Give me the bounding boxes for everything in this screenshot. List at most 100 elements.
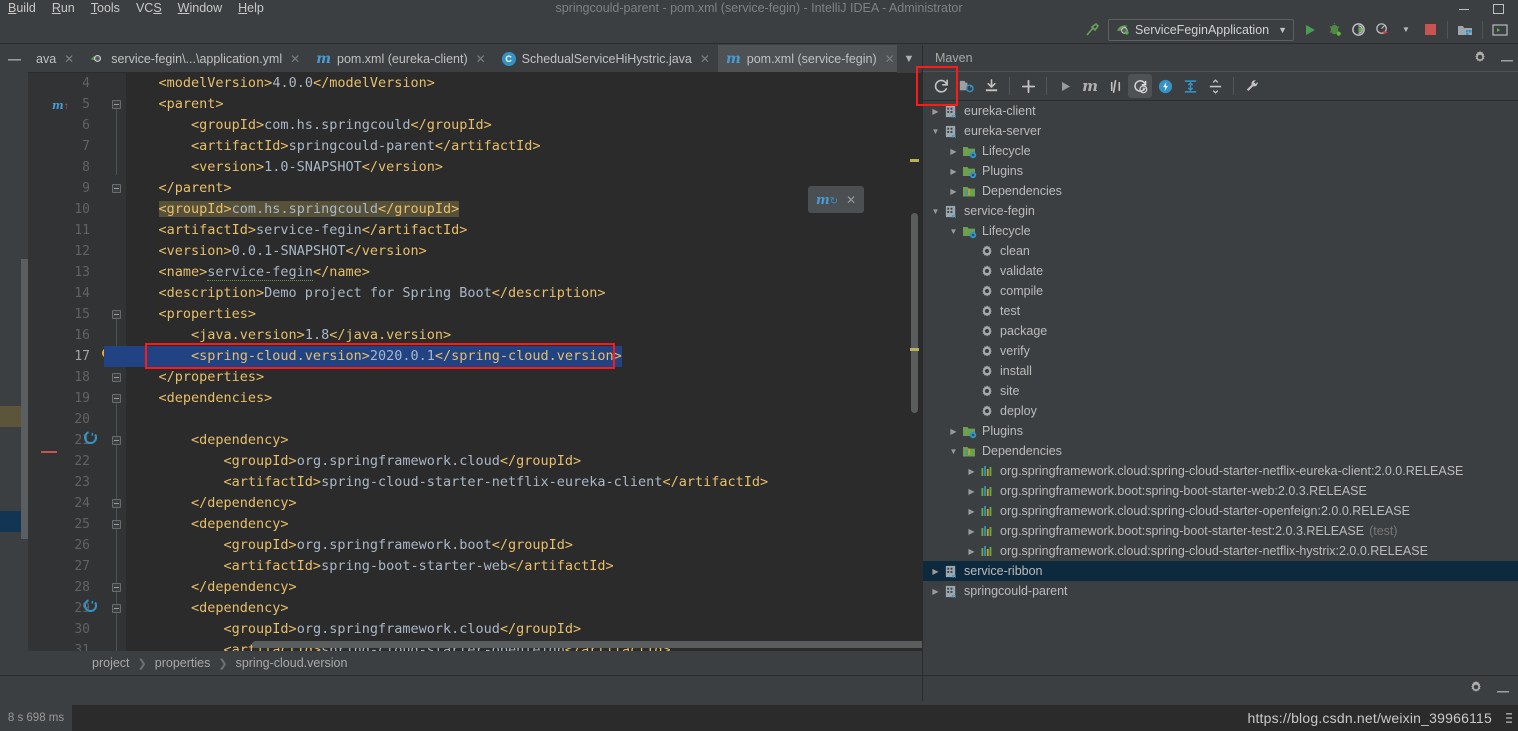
maven-tree-node[interactable]: ▶ org.springframework.boot:spring-boot-st… (923, 481, 1518, 501)
chevron-right-icon[interactable]: ▶ (965, 541, 978, 561)
reimport-refresh-icon[interactable] (929, 74, 953, 98)
status-bar-menu-icon[interactable] (1504, 705, 1514, 731)
maven-tree-node[interactable]: ▶ org.springframework.boot:spring-boot-st… (923, 521, 1518, 541)
close-icon[interactable]: ✕ (885, 52, 895, 66)
chevron-right-icon[interactable]: ▶ (965, 501, 978, 521)
fold-marker[interactable] (112, 394, 121, 403)
chevron-right-icon[interactable]: ▶ (929, 561, 942, 581)
chevron-right-icon[interactable]: ▶ (965, 461, 978, 481)
fold-marker[interactable] (112, 520, 121, 529)
close-icon[interactable]: ✕ (846, 193, 856, 207)
debug-icon[interactable] (1322, 19, 1346, 41)
menu-item-vcs[interactable]: VCS (128, 0, 170, 16)
maven-tree-node[interactable]: test (923, 301, 1518, 321)
code-editor[interactable]: 4 5 6 7 8 9 10 11 12 13 14 15 16 17 18 1… (0, 73, 922, 651)
fold-marker-end[interactable] (112, 184, 121, 193)
editor-vertical-scrollbar[interactable] (911, 213, 918, 413)
hide-tabs-icon[interactable] (0, 45, 28, 73)
add-maven-project-icon[interactable] (1016, 74, 1040, 98)
menu-item-build[interactable]: Build (0, 0, 44, 16)
tab-pom-service-fegin[interactable]: m pom.xml (service-fegin) ✕ (717, 45, 903, 72)
run-with-coverage-icon[interactable] (1346, 19, 1370, 41)
build-hammer-icon[interactable] (1080, 19, 1104, 41)
maven-tree-node[interactable]: ▼ m eureka-server (923, 121, 1518, 141)
chevron-down-icon[interactable]: ▼ (1278, 25, 1287, 35)
close-icon[interactable]: ✕ (476, 52, 486, 66)
fold-marker-end[interactable] (112, 373, 121, 382)
tab-schedual-service-hi-hystric[interactable]: C SchedualServiceHiHystric.java ✕ (494, 45, 718, 72)
maven-tree-node[interactable]: install (923, 361, 1518, 381)
project-structure-icon[interactable] (1453, 19, 1477, 41)
maven-tree-node[interactable]: ▶ Lifecycle (923, 141, 1518, 161)
chevron-down-icon[interactable]: ▼ (947, 221, 960, 241)
chevron-down-icon[interactable]: ▼ (929, 121, 942, 141)
chevron-right-icon[interactable]: ▶ (929, 101, 942, 121)
maven-navigate-icon[interactable]: m↑ (52, 97, 69, 112)
chevron-right-icon[interactable]: ▶ (947, 181, 960, 201)
fold-marker-end[interactable] (112, 583, 121, 592)
breadcrumb[interactable]: project ❯ properties ❯ spring-cloud.vers… (0, 651, 922, 675)
run-icon[interactable] (1298, 19, 1322, 41)
breadcrumb-item-properties[interactable]: properties (155, 656, 211, 670)
maven-reimport-icon[interactable]: m↻ (816, 192, 838, 207)
maven-project-tree[interactable]: ▶ m eureka-client ▼ m eureka-server ▶ Lifecycle… (923, 101, 1518, 646)
chevron-down-icon[interactable]: ▼ (947, 441, 960, 461)
maven-dependency-icon[interactable] (83, 598, 98, 615)
editor-horizontal-scrollbar[interactable] (252, 641, 922, 648)
maven-tree-node[interactable]: verify (923, 341, 1518, 361)
hide-icon[interactable] (1497, 681, 1509, 696)
download-sources-icon[interactable] (979, 74, 1003, 98)
collapse-all-icon[interactable] (1203, 74, 1227, 98)
maven-tree-node[interactable]: ▶ org.springframework.cloud:spring-cloud-… (923, 541, 1518, 561)
maven-tree-node[interactable]: compile (923, 281, 1518, 301)
run-icon[interactable] (1053, 74, 1077, 98)
breadcrumb-item-project[interactable]: project (92, 656, 130, 670)
run-configuration-selector[interactable]: ServiceFeginApplication ▼ (1108, 18, 1294, 41)
maven-tree-node[interactable]: ▶ Plugins (923, 161, 1518, 181)
maven-tree-node[interactable]: ▼ Lifecycle (923, 221, 1518, 241)
hide-tool-window-icon[interactable] (1501, 51, 1513, 65)
maven-tree-node[interactable]: ▶ Plugins (923, 421, 1518, 441)
gear-icon[interactable] (1473, 50, 1487, 67)
execute-maven-goal-icon[interactable]: m (1078, 74, 1102, 98)
chevron-right-icon[interactable]: ▶ (947, 161, 960, 181)
tab-java-file[interactable]: ava ✕ (28, 45, 82, 72)
maven-tree-node[interactable]: ▶ org.springframework.cloud:spring-cloud-… (923, 501, 1518, 521)
generate-sources-icon[interactable] (954, 74, 978, 98)
maven-tree-node[interactable]: clean (923, 241, 1518, 261)
warning-marker[interactable] (910, 159, 919, 162)
menu-item-run[interactable]: Run (44, 0, 83, 16)
minimize-icon[interactable] (1458, 2, 1470, 14)
profiler-icon[interactable] (1370, 19, 1394, 41)
gear-icon[interactable] (1469, 680, 1483, 697)
breadcrumb-item-spring-cloud-version[interactable]: spring-cloud.version (236, 656, 348, 670)
maven-settings-wrench-icon[interactable] (1240, 74, 1264, 98)
close-icon[interactable]: ✕ (700, 52, 710, 66)
expand-all-icon[interactable] (1178, 74, 1202, 98)
stop-icon[interactable] (1418, 19, 1442, 41)
maven-tree-node[interactable]: ▶ m service-ribbon (923, 561, 1518, 581)
chevron-down-profiler-icon[interactable]: ▼ (1394, 19, 1418, 41)
toggle-offline-mode-icon[interactable] (1103, 74, 1127, 98)
fold-marker[interactable] (112, 100, 121, 109)
maven-tree-node[interactable]: ▶ Dependencies (923, 181, 1518, 201)
menu-item-tools[interactable]: Tools (83, 0, 128, 16)
toggle-skip-tests-icon[interactable] (1128, 74, 1152, 98)
maven-tree-node[interactable]: package (923, 321, 1518, 341)
show-dependencies-icon[interactable] (1153, 74, 1177, 98)
maven-tree-node[interactable]: ▶ m eureka-client (923, 101, 1518, 121)
close-icon[interactable]: ✕ (64, 52, 74, 66)
chevron-right-icon[interactable]: ▶ (929, 581, 942, 601)
menu-item-window[interactable]: Window (170, 0, 230, 16)
fold-marker[interactable] (112, 310, 121, 319)
fold-marker-end[interactable] (112, 499, 121, 508)
maven-tree-node[interactable]: ▶ m springcould-parent (923, 581, 1518, 601)
code-text-area[interactable]: <modelVersion>4.0.0</modelVersion> <pare… (104, 73, 922, 651)
chevron-down-icon[interactable]: ▼ (929, 201, 942, 221)
maven-dependency-icon[interactable] (83, 430, 98, 447)
warning-marker[interactable] (910, 348, 919, 351)
maven-tree-node[interactable]: ▼ Dependencies (923, 441, 1518, 461)
select-target-icon[interactable] (1488, 19, 1512, 41)
menu-item-help[interactable]: Help (230, 0, 272, 16)
fold-marker[interactable] (112, 604, 121, 613)
